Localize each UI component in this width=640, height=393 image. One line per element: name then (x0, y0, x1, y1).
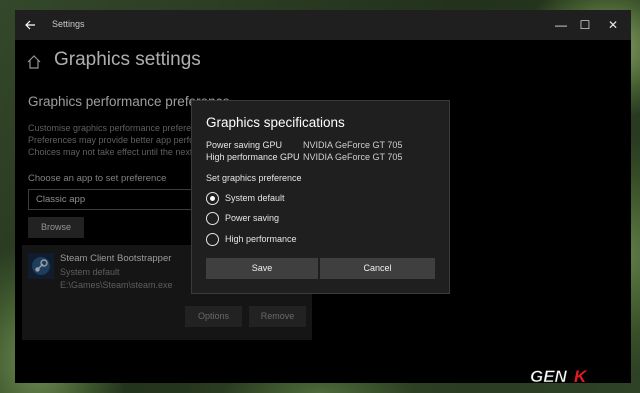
maximize-button[interactable]: ☐ (575, 16, 595, 34)
high-performance-gpu-label: High performance GPU (206, 152, 300, 162)
close-button[interactable]: ✕ (603, 16, 623, 34)
window-title: Settings (52, 19, 85, 29)
save-button[interactable]: Save (206, 258, 318, 279)
radio-unselected-icon[interactable] (206, 233, 219, 246)
svg-text:GEN: GEN (530, 367, 568, 386)
back-button[interactable] (19, 14, 41, 36)
radio-label: High performance (225, 234, 297, 244)
radio-high-performance[interactable]: High performance (206, 233, 406, 247)
graphics-specifications-dialog: Graphics specifications Power saving GPU… (191, 100, 450, 294)
title-bar: Settings — ☐ ✕ (15, 10, 631, 40)
radio-label: Power saving (225, 213, 280, 223)
power-saving-gpu-value: NVIDIA GeForce GT 705 (303, 140, 403, 150)
radio-power-saving[interactable]: Power saving (206, 212, 406, 226)
radio-selected-icon[interactable] (206, 192, 219, 205)
high-performance-gpu-value: NVIDIA GeForce GT 705 (303, 152, 403, 162)
svg-text:K: K (574, 367, 588, 386)
desktop-background: Settings — ☐ ✕ Graphics settings Graphic… (0, 0, 640, 393)
minimize-button[interactable]: — (551, 16, 571, 34)
cancel-button[interactable]: Cancel (320, 258, 435, 279)
preference-label: Set graphics preference (206, 173, 302, 183)
genk-watermark-logo: GEN K (530, 367, 588, 386)
back-arrow-icon (25, 20, 35, 30)
radio-system-default[interactable]: System default (206, 192, 406, 206)
radio-label: System default (225, 193, 285, 203)
radio-unselected-icon[interactable] (206, 212, 219, 225)
dialog-title: Graphics specifications (206, 115, 345, 130)
power-saving-gpu-label: Power saving GPU (206, 140, 283, 150)
